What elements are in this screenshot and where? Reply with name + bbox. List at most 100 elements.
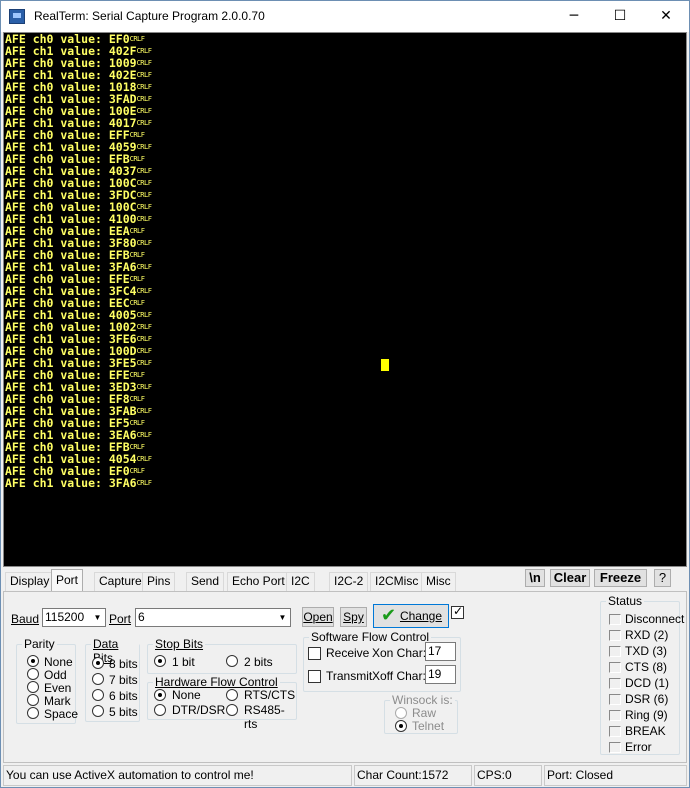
maximize-button[interactable]: ☐ [597, 1, 643, 32]
crlf-marker: CRLF [136, 323, 152, 331]
status-indicator [609, 726, 621, 737]
crlf-marker: CRLF [136, 119, 152, 127]
crlf-marker: CRLF [136, 383, 152, 391]
tab-capture[interactable]: Capture [94, 572, 147, 591]
status-indicator [609, 694, 621, 705]
hw-flow-label: Hardware Flow Control [153, 675, 280, 689]
parity-odd-radio[interactable] [27, 668, 39, 680]
terminal-display[interactable]: AFE ch0 value: EF0CRLF AFE ch1 value: 402… [3, 32, 687, 567]
crlf-marker: CRLF [136, 407, 152, 415]
tab-send[interactable]: Send [186, 572, 225, 591]
status-group: Status Disconnect RXD (2) TXD (3) CTS (8) DC… [600, 594, 684, 755]
crlf-marker: CRLF [129, 251, 145, 259]
newline-button[interactable]: \n [525, 569, 545, 587]
freeze-button[interactable]: Freeze [594, 569, 647, 587]
xon-label: Xon Char: [372, 646, 427, 660]
status-item-label: TXD (3) [625, 644, 667, 658]
transmit-checkbox[interactable] [308, 670, 321, 683]
parity-none-label: None [44, 655, 73, 669]
crlf-marker: CRLF [129, 371, 145, 379]
crlf-marker: CRLF [129, 35, 145, 43]
xoff-input[interactable]: 19 [425, 665, 456, 684]
port-panel: Baud 115200 ▼ Port 6 ▼ Open Spy ✔ Change… [3, 591, 687, 763]
terminal-line: AFE ch1 value: 3FA6CRLF [4, 477, 686, 489]
status-item-label: Disconnect [625, 612, 685, 626]
port-select[interactable]: 6 ▼ [135, 608, 291, 627]
receive-checkbox[interactable] [308, 647, 321, 660]
chevron-down-icon: ▼ [93, 613, 102, 622]
status-item-label: DSR (6) [625, 692, 669, 706]
crlf-marker: CRLF [136, 71, 152, 79]
data-bits-7-radio[interactable] [92, 673, 104, 685]
hw-flow-rs485-radio[interactable] [226, 704, 238, 716]
clear-button[interactable]: Clear [550, 569, 590, 587]
crlf-marker: CRLF [129, 227, 145, 235]
parity-space-radio[interactable] [27, 707, 39, 719]
status-indicator [609, 646, 621, 657]
winsock-group: Winsock is: Raw Telnet [384, 693, 458, 734]
crlf-marker: CRLF [136, 347, 152, 355]
data-bits-6-radio[interactable] [92, 689, 104, 701]
crlf-marker: CRLF [136, 167, 152, 175]
stop-bits-2-radio[interactable] [226, 655, 238, 667]
parity-even-radio[interactable] [27, 681, 39, 693]
data-bits-8-radio[interactable] [92, 657, 104, 669]
realterm-window: RealTerm: Serial Capture Program 2.0.0.7… [0, 0, 690, 788]
status-indicator [609, 742, 621, 753]
data-bits-5-radio[interactable] [92, 705, 104, 717]
hw-flow-none-radio[interactable] [154, 689, 166, 701]
crlf-marker: CRLF [136, 179, 152, 187]
minimize-button[interactable]: ─ [551, 1, 597, 32]
tab-display[interactable]: Display [5, 572, 55, 591]
sw-flow-group: Software Flow Control Receive Xon Char: … [303, 630, 461, 692]
help-button[interactable]: ? [654, 569, 671, 587]
status-bar: You can use ActiveX automation to contro… [3, 765, 687, 786]
tab-i2c-2[interactable]: I2C-2 [329, 572, 369, 591]
stop-bits-1-radio[interactable] [154, 655, 166, 667]
crlf-marker: CRLF [129, 443, 145, 451]
crlf-marker: CRLF [136, 359, 152, 367]
stop-bits-label: Stop Bits [153, 637, 206, 651]
port-label: Port [109, 612, 132, 626]
baud-select[interactable]: 115200 ▼ [42, 608, 106, 627]
open-button[interactable]: Open [302, 607, 334, 627]
winsock-telnet-radio[interactable] [395, 720, 407, 732]
change-checkbox[interactable] [451, 604, 464, 619]
hw-flow-dtrdsr-radio[interactable] [154, 704, 166, 716]
hw-flow-rtscts-radio[interactable] [226, 689, 238, 701]
crlf-marker: CRLF [136, 335, 152, 343]
crlf-marker: CRLF [136, 215, 152, 223]
close-button[interactable]: ✕ [643, 1, 689, 32]
tab-pins[interactable]: Pins [142, 572, 176, 591]
winsock-raw-label: Raw [412, 706, 437, 720]
data-bits-5-label: 5 bits [109, 705, 138, 719]
tab-i2c[interactable]: I2C [286, 572, 315, 591]
spy-button[interactable]: Spy [340, 607, 367, 627]
winsock-raw-radio[interactable] [395, 707, 407, 719]
crlf-marker: CRLF [136, 95, 152, 103]
crlf-marker: CRLF [136, 455, 152, 463]
parity-space-label: Space [44, 707, 79, 721]
status-indicator [609, 678, 621, 689]
tab-echo-port[interactable]: Echo Port [227, 572, 290, 591]
crlf-marker: CRLF [129, 299, 145, 307]
crlf-marker: CRLF [129, 131, 145, 139]
stop-bits-1-label: 1 bit [172, 655, 195, 669]
crlf-marker: CRLF [129, 467, 145, 475]
tab-misc[interactable]: Misc [421, 572, 456, 591]
parity-odd-label: Odd [44, 668, 67, 682]
app-icon [9, 9, 25, 24]
tab-port[interactable]: Port [51, 569, 84, 591]
title-bar[interactable]: RealTerm: Serial Capture Program 2.0.0.7… [1, 1, 689, 32]
tab-i2cmisc[interactable]: I2CMisc [370, 572, 424, 591]
parity-mark-radio[interactable] [27, 694, 39, 706]
baud-value: 115200 [45, 610, 85, 624]
status-item-label: Error [625, 740, 652, 754]
winsock-label: Winsock is: [390, 693, 455, 707]
parity-none-radio[interactable] [27, 655, 39, 667]
receive-label: Receive [326, 646, 370, 660]
xon-input[interactable]: 17 [425, 642, 456, 661]
status-label: Status [606, 594, 645, 608]
change-button[interactable]: ✔ Change [373, 604, 449, 628]
xoff-label: Xoff Char: [372, 669, 426, 683]
